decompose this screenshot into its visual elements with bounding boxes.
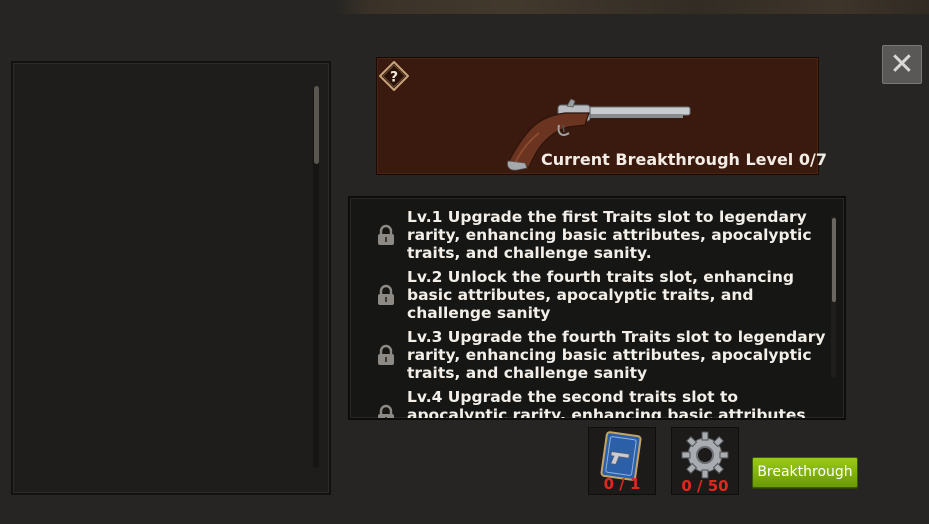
material-slot-weapon-card[interactable]: 0 / 1	[588, 427, 656, 495]
level-description: Lv.3 Upgrade the fourth Traits slot to l…	[407, 328, 826, 382]
left-panel	[11, 61, 331, 495]
level-description: Lv.1 Upgrade the first Traits slot to le…	[407, 208, 812, 262]
top-border-decoration	[0, 0, 929, 14]
gear-icon	[681, 431, 729, 479]
levels-list-viewport: Lv.1 Upgrade the first Traits slot to le…	[350, 198, 830, 418]
material-count: 0 / 1	[603, 475, 641, 493]
lock-icon	[378, 284, 394, 305]
close-button[interactable]: ✕	[882, 45, 922, 84]
lock-icon	[378, 404, 394, 418]
lock-icon	[378, 224, 394, 245]
breakthrough-levels-list[interactable]: Lv.1 Upgrade the first Traits slot to le…	[348, 196, 846, 420]
left-scrollbar-thumb[interactable]	[314, 86, 319, 164]
breakthrough-button[interactable]: Breakthrough	[752, 457, 858, 488]
level-description: Lv.4 Upgrade the second traits slot to a…	[407, 388, 806, 418]
list-scrollbar-thumb[interactable]	[832, 218, 836, 302]
breakthrough-level-label: Current Breakthrough Level 0/7	[541, 150, 827, 169]
help-icon[interactable]: ?	[379, 61, 409, 91]
material-count: 0 / 50	[681, 477, 729, 495]
help-question-mark: ?	[390, 70, 398, 86]
lock-icon	[378, 344, 394, 365]
close-icon: ✕	[889, 46, 915, 82]
weapon-card-icon	[600, 431, 642, 481]
material-slot-gear[interactable]: 0 / 50	[671, 427, 739, 495]
level-description: Lv.2 Unlock the fourth traits slot, enha…	[407, 268, 794, 322]
